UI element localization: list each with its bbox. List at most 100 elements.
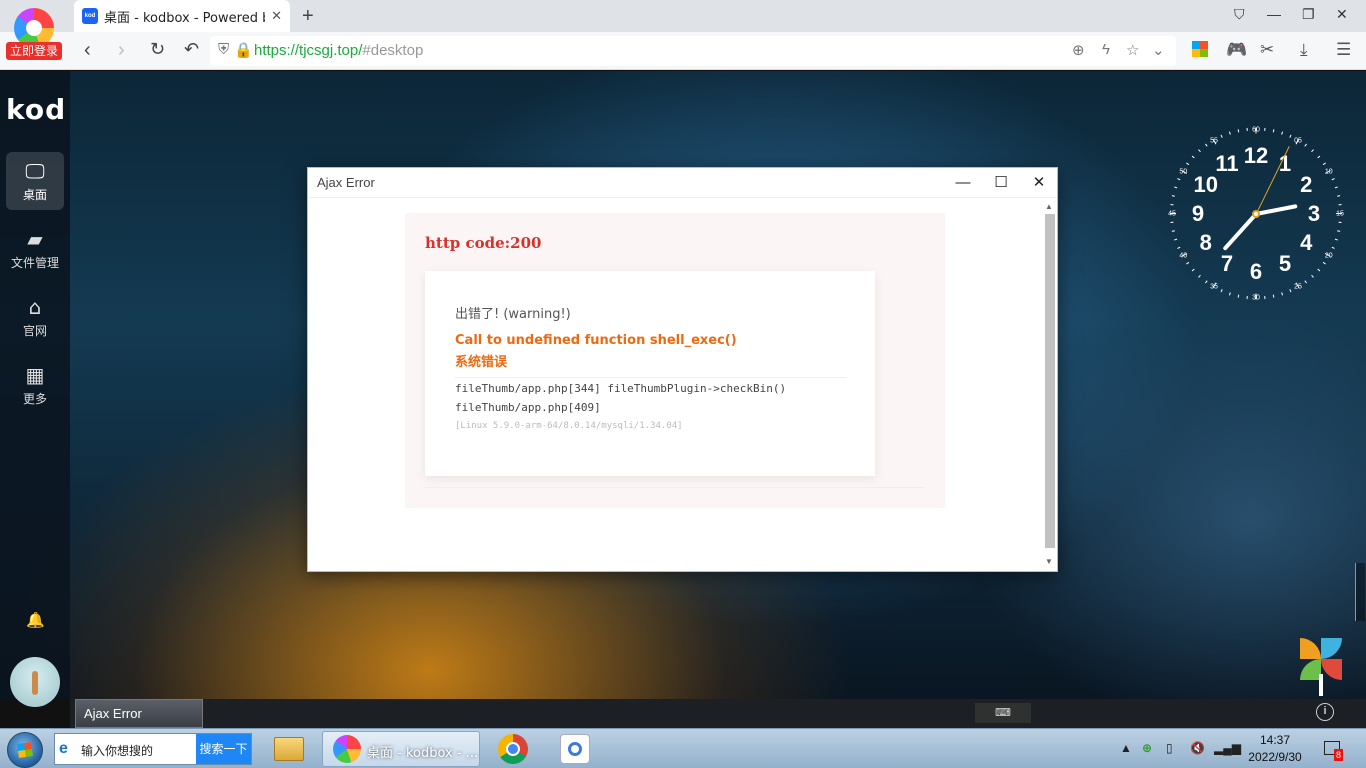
close-icon[interactable]: ✕ [1025,171,1053,195]
clock-minute-label: 15 [1336,210,1344,218]
kod-favicon-icon: kod [82,8,98,24]
dialog-scrollbar[interactable]: ▲ ▼ [1043,202,1055,570]
scissors-icon[interactable]: ✂ [1260,40,1274,60]
minimize-icon[interactable]: — [949,171,977,195]
taskbar-item-ajax-error[interactable]: Ajax Error [75,699,203,728]
lock-icon: 🔒 [234,42,253,59]
clock-tick [1304,143,1307,147]
trace-line: fileThumb/app.php[409] [455,401,601,414]
clock-tick [1205,143,1208,147]
clock-tick [1198,149,1201,153]
tab-close-icon[interactable]: ✕ [271,8,282,24]
clock-number: 3 [1307,201,1321,226]
trace-line: fileThumb/app.php[344] fileThumbPlugin->… [455,382,787,395]
new-tab-icon[interactable]: + [302,5,314,28]
clock-tick [1337,195,1341,197]
sidebar-item-files[interactable]: ▰ 文件管理 [6,220,64,278]
scroll-down-icon[interactable]: ▼ [1045,557,1053,566]
lightning-icon[interactable]: ϟ [1102,41,1110,58]
clock-tick [1246,295,1248,300]
info-icon[interactable]: i [1316,703,1334,721]
chevron-down-icon[interactable]: ⌄ [1152,41,1165,59]
sidebar-item-desktop[interactable]: 🖵 桌面 [6,152,64,210]
clock-minute-label: 40 [1179,252,1188,260]
start-button[interactable] [7,732,43,768]
clock-tick [1338,221,1342,223]
sidebar-item-label: 桌面 [22,188,47,202]
menu-icon[interactable]: ☰ [1336,40,1351,60]
clock-tick [1264,127,1266,132]
clock-tick [1205,280,1208,284]
scroll-up-icon[interactable]: ▲ [1045,202,1053,211]
maximize-icon[interactable]: ☐ [987,171,1015,195]
shield-icon[interactable]: ⛨ [218,41,229,58]
clock-number: 6 [1249,259,1263,284]
back-icon[interactable]: ‹ [84,39,91,62]
gamepad-icon[interactable]: 🎮 [1226,40,1247,60]
search-button[interactable]: 搜索一下 [196,734,251,764]
chrome-icon[interactable] [486,731,540,767]
clock-tick [1317,268,1321,272]
bell-icon[interactable]: 🔔 [26,611,45,629]
clock-tick [1281,292,1284,296]
date-text: 2022/9/30 [1248,750,1302,764]
keyboard-icon[interactable]: ⌨ [975,703,1031,723]
apps-icon[interactable] [1192,41,1208,57]
tray-app-icon[interactable]: ⊕ [1142,741,1152,755]
browser-tab[interactable]: kod 桌面 - kodbox - Powered b ✕ [74,0,290,32]
sidebar-item-website[interactable]: ⌂ 官网 [6,288,64,346]
reload-icon[interactable]: ↻ [150,39,165,60]
avatar[interactable] [10,657,60,707]
sidebar-item-more[interactable]: ▦ 更多 [6,356,64,414]
tray-expand-icon[interactable]: ▲ [1120,741,1132,755]
dialog-body: http code:200 出错了! (warning!) Call to un… [308,199,1041,572]
web-taskbar: Ajax Error ⌨ i [70,699,1366,728]
skin-icon[interactable]: ⛉ [1234,6,1245,23]
network-icon[interactable]: ▂▄▆ [1214,741,1241,755]
star-icon[interactable]: ☆ [1126,41,1139,59]
side-handle[interactable] [1355,563,1365,621]
browser-brand[interactable]: 立即登录 [6,6,62,62]
undo-icon[interactable]: ↶ [184,39,199,60]
clock-tick [1177,246,1181,249]
grid-icon: ▦ [25,363,45,387]
monitor-icon: 🖵 [25,159,45,183]
tray-device-icon[interactable]: ▯ [1166,741,1173,755]
taskbar-active-window[interactable]: 桌面 - kodbox - ... [322,731,480,767]
cloud-app-icon[interactable] [548,731,602,767]
add-icon[interactable]: ⊕ [1072,41,1085,59]
clock-tick [1304,280,1307,284]
volume-muted-icon[interactable]: 🔇 [1190,741,1205,755]
restore-icon[interactable]: ❐ [1302,6,1315,23]
clock-number: 2 [1300,172,1313,197]
file-explorer-icon[interactable] [262,731,316,767]
clock-tick [1228,131,1231,135]
url-text[interactable]: https://tjcsgj.top/#desktop [254,42,423,59]
clock-minute-label: 25 [1294,283,1302,291]
browser-tabbar: kod 桌面 - kodbox - Powered b ✕ + ⛉ — ❐ ✕ [0,0,1366,32]
sidebar-item-label: 更多 [22,392,47,406]
clock-tick [1331,246,1335,249]
clock-tick [1289,289,1292,293]
download-icon[interactable]: ⤓ [1300,40,1308,60]
scrollbar-thumb[interactable] [1045,214,1055,548]
ie-icon: e [59,740,68,757]
address-bar[interactable]: ⛨ 🔒 https://tjcsgj.top/#desktop ⊕ ϟ ☆ ⌄ [210,36,1176,66]
clock-minute-label: 35 [1210,283,1218,291]
login-button[interactable]: 立即登录 [6,42,62,60]
dialog-header[interactable]: Ajax Error — ☐ ✕ [308,168,1057,198]
close-window-icon[interactable]: ✕ [1336,6,1348,23]
pinwheel-icon[interactable] [1300,638,1342,696]
search-input[interactable]: 输入你想搜的 [81,742,153,759]
forward-icon[interactable]: › [118,39,125,62]
clock-widget[interactable]: 12 1 2 3 4 5 6 7 8 9 10 11 60 05 10 15 20 25 30 35 40 45 50 55 [1168,126,1344,302]
divider [455,377,847,378]
clock-tick [1338,204,1342,206]
clock-tick [1237,294,1240,298]
search-box[interactable]: e 输入你想搜的 搜索一下 [54,733,252,765]
browser-toolbar: ‹ › ↻ ↶ ⛨ 🔒 https://tjcsgj.top/#desktop … [0,32,1366,70]
clock-time[interactable]: 14:37 2022/9/30 [1240,732,1310,766]
clock-tick [1281,131,1284,135]
notification-badge: 8 [1334,749,1344,761]
minimize-icon[interactable]: — [1267,6,1281,22]
